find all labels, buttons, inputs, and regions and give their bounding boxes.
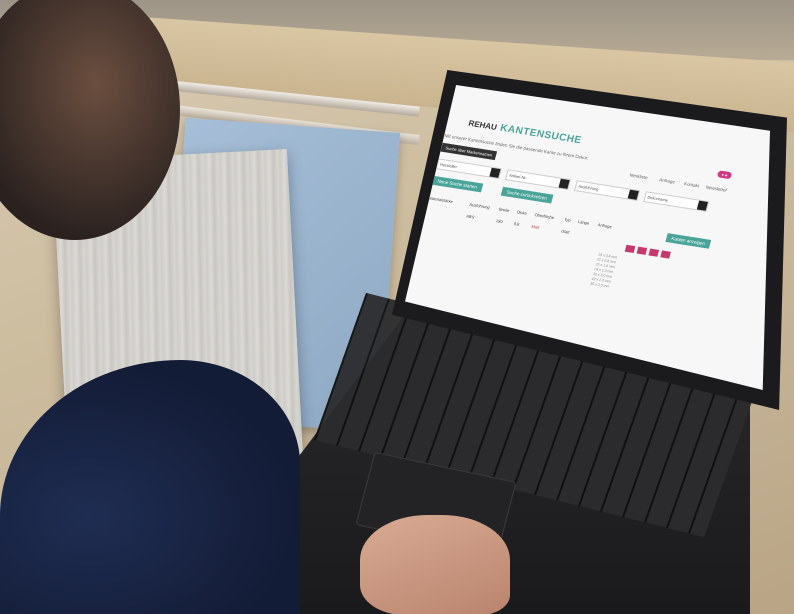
col-dicke: Dicke [516,209,528,216]
chevron-down-icon [696,200,708,211]
chevron-down-icon [558,178,570,189]
filter-dekorname[interactable]: Dekorname [643,191,710,212]
show-edges-button[interactable]: Kanten anzeigen [665,233,711,249]
color-swatch[interactable] [660,250,671,259]
cell-oberflaeche: Matt [530,223,540,230]
search-by-brand-button[interactable]: Suche über Markennamen [440,142,498,161]
cell-breite: 190 [495,218,504,225]
cell-dicke: 0,8 [513,220,520,227]
new-search-button[interactable]: Neue Suche starten [431,175,484,193]
nav-merkliste[interactable]: Merkliste [629,173,648,181]
photo-scene: REHAU KANTENSUCHE Mit unserer Kantensuch… [0,0,794,614]
nav-kontakt[interactable]: Kontakt [683,181,699,188]
person-shoulder [0,360,300,614]
filter-hersteller[interactable]: Hersteller [435,158,502,180]
reset-search-button[interactable]: Suche zurücksetzen [500,186,553,204]
right-hand [360,515,510,614]
col-anfrage: Anfrage [597,222,613,230]
cell-material: ABS [465,213,476,220]
nav-anfrage[interactable]: Anfrage [659,177,676,184]
col-oberflaeche: Oberfläche [534,212,555,221]
col-typ: Typ [563,216,572,223]
chevron-down-icon [489,167,501,178]
col-ausfuehrung: Ausführung [468,201,491,210]
size-list: 19 x 0,8 mm 22 x 0,8 mm 23 x 1,0 mm 28 x… [590,253,618,290]
color-swatch[interactable] [636,246,648,255]
col-materialstaerke: Materialstärke [427,195,454,205]
cell-typ: Glatt [560,228,571,235]
color-swatch[interactable] [624,244,636,254]
chevron-down-icon [627,189,639,200]
rehau-logo: REHAU [467,118,498,132]
nav-newsletter[interactable]: Newsletter [705,185,727,193]
col-breite: Breite [498,206,511,214]
color-swatch[interactable] [648,248,660,257]
col-laenge: Länge [577,219,590,226]
filter-artikel[interactable]: Artikel-Nr. [504,169,571,190]
filter-ausfuehrung[interactable]: Ausführung [574,180,641,201]
cart-badge[interactable]: ● ● [716,170,733,180]
